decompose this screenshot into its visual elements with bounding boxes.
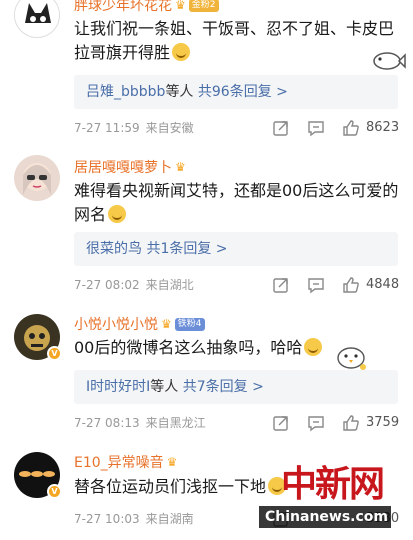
comment-text: 难得看央视新闻艾特，还都是00后这么可爱的网名 — [74, 179, 404, 227]
reply-count-link[interactable]: 共1条回复 > — [146, 241, 227, 257]
comment-icon[interactable] — [307, 276, 325, 294]
user-row: 居居嘎嘎嘎萝卜 ♛ — [74, 157, 186, 177]
comment-icon[interactable] — [307, 414, 325, 432]
comment-date: 7-27 11:59 — [74, 121, 140, 135]
watermark-logo-text: 中新网 — [281, 463, 385, 505]
crown-icon: ♛ — [166, 455, 178, 469]
username[interactable]: E10_异常噪音 — [74, 452, 164, 472]
comment-text-content: 00后的微博名这么抽象吗，哈哈 — [74, 338, 303, 357]
comment-location: 来自安徽 — [145, 121, 194, 135]
crown-icon: ♛ — [161, 317, 172, 331]
share-icon[interactable] — [272, 414, 290, 432]
fish-sticker-icon — [373, 52, 406, 70]
thumb-up-icon[interactable] — [342, 119, 360, 137]
user-row: 胖球少年坏花花 ♛ 金粉2 — [74, 0, 219, 15]
fan-badge: 金粉2 — [188, 0, 219, 12]
comment-location: 来自黑龙江 — [145, 416, 206, 430]
v-badge-icon: V — [47, 346, 62, 361]
thumb-up-icon[interactable] — [342, 276, 360, 294]
reply-summary[interactable]: 吕雉_bbbbb等人 共96条回复 > — [74, 75, 398, 109]
username[interactable]: 胖球少年坏花花 — [74, 0, 172, 15]
chick-sticker-icon — [337, 347, 366, 370]
comment-icon[interactable] — [307, 119, 325, 137]
fan-badge: 铁粉4 — [174, 317, 205, 331]
comment-date: 7-27 08:13 — [74, 416, 140, 430]
v-badge-icon: V — [47, 484, 62, 499]
comment-meta: 7-27 11:59 来自安徽 — [74, 119, 194, 137]
girl-avatar-icon — [14, 155, 60, 201]
avatar[interactable] — [14, 155, 60, 201]
laugh-emoji-icon — [108, 205, 127, 223]
reply-summary[interactable]: 很菜的鸟 共1条回复 > — [74, 232, 398, 266]
user-row: E10_异常噪音 ♛ — [74, 452, 177, 472]
username[interactable]: 小悦小悦小悦 — [74, 314, 158, 334]
chinanews-watermark: 中新网 Chinanews.com — [259, 464, 409, 534]
share-icon[interactable] — [272, 119, 290, 137]
smile-emoji-icon — [172, 43, 191, 61]
comment-text-content: 替各位运动员们浅抠一下地 — [74, 477, 267, 496]
reply-count-link[interactable]: 共96条回复 > — [198, 84, 288, 100]
like-count: 8623 — [366, 120, 400, 135]
comment-location: 来自湖北 — [145, 278, 194, 292]
comment-location: 来自湖南 — [145, 512, 194, 526]
comment-date: 7-27 08:02 — [74, 278, 140, 292]
reply-summary[interactable]: I时时好时I等人 共7条回复 > — [74, 370, 398, 404]
like-count: 3759 — [366, 415, 400, 430]
comment-feed: 胖球少年坏花花 ♛ 金粉2 让我们祝一条姐、干饭哥、忍不了姐、卡皮巴拉哥旗开得胜… — [0, 0, 413, 540]
reply-suffix: 等人 — [150, 379, 179, 395]
reply-user[interactable]: I时时好时I — [86, 379, 150, 395]
user-row: 小悦小悦小悦 ♛ 铁粉4 — [74, 314, 205, 334]
comment-meta: 7-27 08:02 来自湖北 — [74, 276, 194, 294]
crown-icon: ♛ — [175, 0, 186, 12]
reply-user[interactable]: 很菜的鸟 — [86, 241, 142, 257]
share-icon[interactable] — [272, 276, 290, 294]
watermark-url: Chinanews.com — [259, 506, 391, 528]
username[interactable]: 居居嘎嘎嘎萝卜 — [74, 157, 172, 177]
like-count: 4848 — [366, 277, 400, 292]
crown-icon: ♛ — [175, 160, 186, 174]
avatar[interactable] — [14, 0, 60, 38]
cat-avatar-icon — [15, 0, 59, 37]
reply-count-link[interactable]: 共7条回复 > — [183, 379, 264, 395]
comment-meta: 7-27 10:03 来自湖南 — [74, 510, 194, 528]
reply-suffix: 等人 — [165, 84, 194, 100]
comment-date: 7-27 10:03 — [74, 512, 140, 526]
reply-user[interactable]: 吕雉_bbbbb — [86, 84, 165, 100]
laugh-emoji-icon — [304, 338, 323, 356]
thumb-up-icon[interactable] — [342, 414, 360, 432]
comment-text: 让我们祝一条姐、干饭哥、忍不了姐、卡皮巴拉哥旗开得胜 — [74, 17, 404, 65]
comment-meta: 7-27 08:13 来自黑龙江 — [74, 414, 206, 432]
comment-text-content: 让我们祝一条姐、干饭哥、忍不了姐、卡皮巴拉哥旗开得胜 — [74, 19, 395, 62]
